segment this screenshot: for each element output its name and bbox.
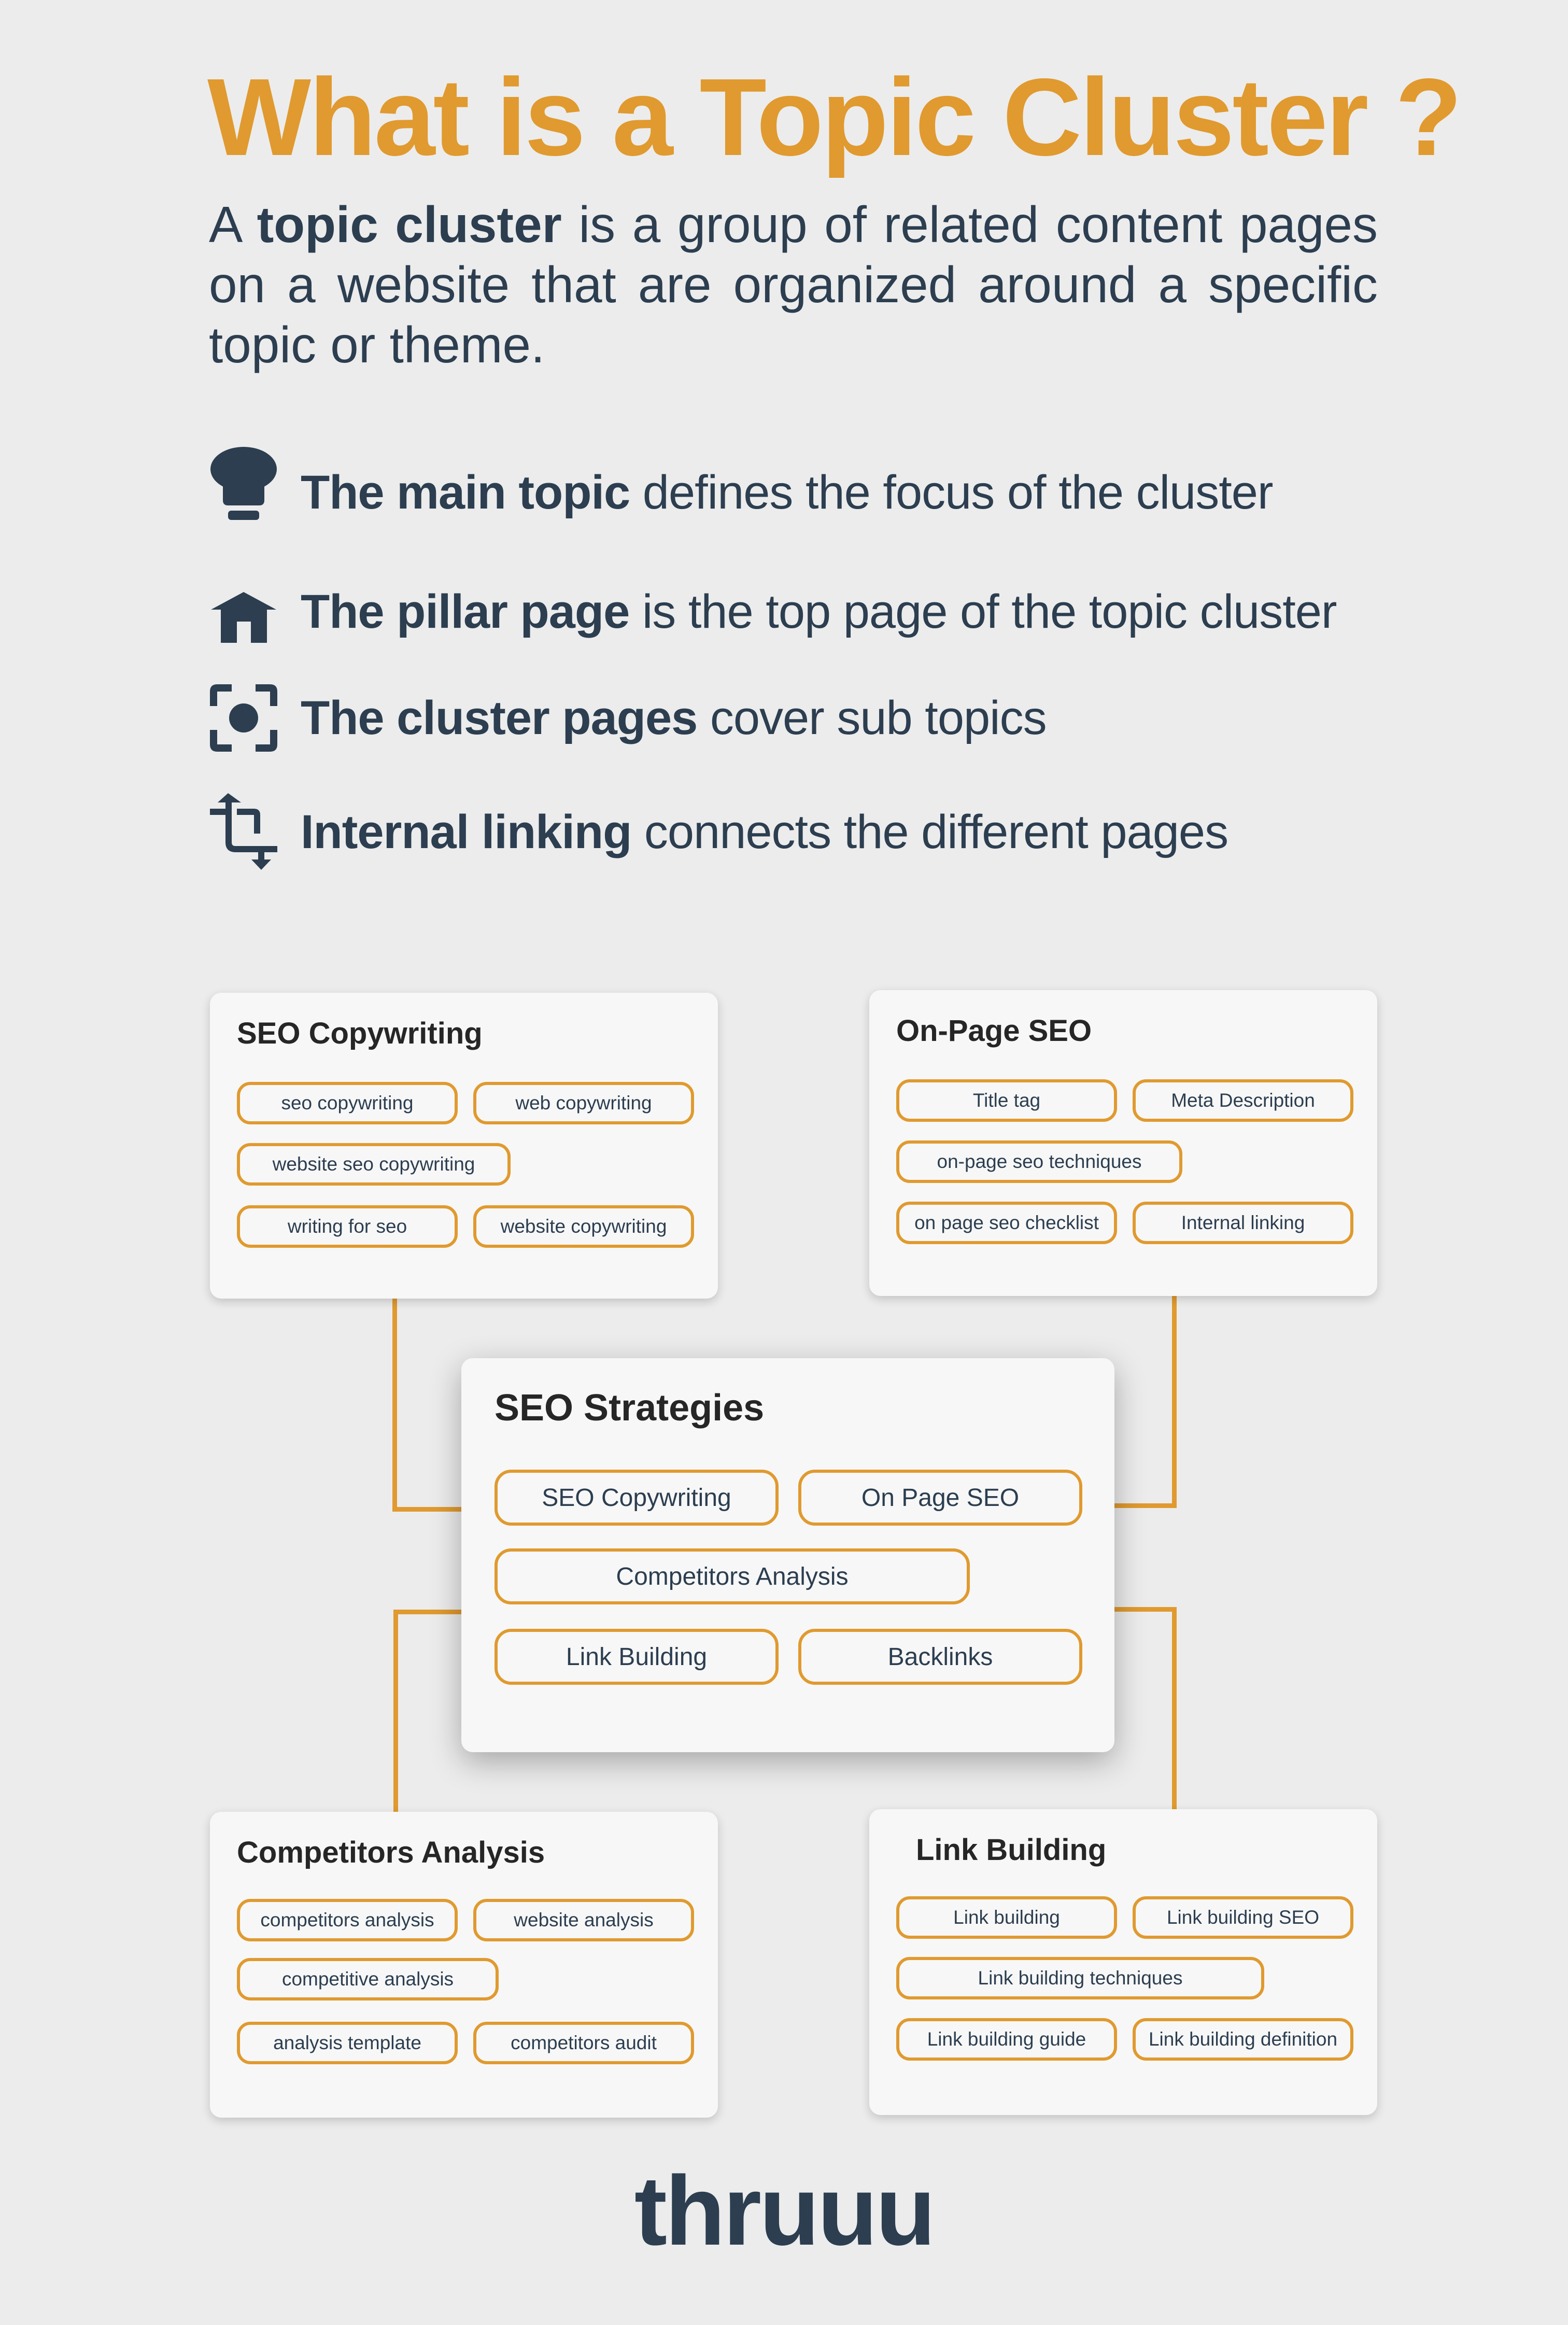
pillar-card-seo-strategies: SEO Strategies SEO Copywriting On Page S… <box>461 1358 1114 1752</box>
connector-line-bottom-right-vertical <box>1172 1607 1177 1812</box>
connector-line-top-right-horizontal <box>1109 1503 1177 1508</box>
keyword-chip[interactable]: seo copywriting <box>237 1082 458 1124</box>
cluster-card-link-building: Link Building Link building Link buildin… <box>869 1809 1377 2115</box>
feature-desc: cover sub topics <box>697 691 1047 744</box>
feature-text: The main topic defines the focus of the … <box>301 466 1274 520</box>
feature-bold: The cluster pages <box>301 691 698 744</box>
page-title: What is a Topic Cluster ? <box>207 55 1462 178</box>
feature-main-topic: The main topic defines the focus of the … <box>210 447 1274 531</box>
keyword-chip[interactable]: website seo copywriting <box>237 1143 511 1186</box>
card-title: Link Building <box>916 1833 1107 1867</box>
pillar-chip[interactable]: Link Building <box>495 1629 779 1685</box>
keyword-chip[interactable]: competitors audit <box>473 2022 694 2064</box>
feature-text: The cluster pages cover sub topics <box>301 691 1047 745</box>
keyword-chip[interactable]: Link building techniques <box>896 1957 1264 1999</box>
brand-logo: thruuu <box>634 2156 936 2266</box>
keyword-chip[interactable]: Link building definition <box>1133 2018 1353 2061</box>
keyword-chip[interactable]: on page seo checklist <box>896 1202 1117 1244</box>
keyword-chip[interactable]: website copywriting <box>473 1205 694 1248</box>
keyword-chip[interactable]: Link building <box>896 1896 1117 1939</box>
cluster-card-on-page-seo: On-Page SEO Title tag Meta Description o… <box>869 990 1377 1296</box>
keyword-chip[interactable]: website analysis <box>473 1899 694 1941</box>
keyword-chip[interactable]: competitors analysis <box>237 1899 458 1941</box>
keyword-chip[interactable]: analysis template <box>237 2022 458 2064</box>
connector-line-top-right-vertical <box>1172 1293 1177 1507</box>
feature-pillar-page: The pillar page is the top page of the t… <box>210 573 1337 651</box>
card-title: SEO Copywriting <box>237 1017 483 1050</box>
feature-desc: connects the different pages <box>631 805 1228 858</box>
feature-desc: defines the focus of the cluster <box>630 466 1274 519</box>
feature-bold: The pillar page <box>301 585 630 638</box>
pillar-chip[interactable]: Backlinks <box>798 1629 1082 1685</box>
card-title: On-Page SEO <box>896 1014 1092 1048</box>
cluster-card-competitors-analysis: Competitors Analysis competitors analysi… <box>210 1812 718 2118</box>
keyword-chip[interactable]: Link building SEO <box>1133 1896 1353 1939</box>
feature-desc: is the top page of the topic cluster <box>629 585 1337 638</box>
feature-cluster-pages: The cluster pages cover sub topics <box>210 679 1047 757</box>
intro-bold-term: topic cluster <box>257 196 562 253</box>
connector-line-top-left-vertical <box>392 1296 397 1512</box>
keyword-chip[interactable]: web copywriting <box>473 1082 694 1124</box>
connector-line-bottom-left-vertical <box>393 1610 398 1814</box>
center-focus-icon <box>210 679 277 757</box>
crop-linking-icon <box>210 793 277 871</box>
feature-bold: Internal linking <box>301 805 632 858</box>
card-title: Competitors Analysis <box>237 1836 545 1869</box>
pillar-chip[interactable]: Competitors Analysis <box>495 1548 970 1604</box>
connector-line-bottom-left-horizontal <box>393 1610 466 1614</box>
pillar-chip[interactable]: SEO Copywriting <box>495 1470 779 1526</box>
keyword-chip[interactable]: Meta Description <box>1133 1079 1353 1122</box>
keyword-chip[interactable]: on-page seo techniques <box>896 1140 1182 1183</box>
lightbulb-icon <box>210 447 277 531</box>
feature-text: The pillar page is the top page of the t… <box>301 585 1337 639</box>
intro-paragraph: A topic cluster is a group of related co… <box>209 194 1378 375</box>
keyword-chip[interactable]: Link building guide <box>896 2018 1117 2061</box>
keyword-chip[interactable]: competitive analysis <box>237 1958 499 2000</box>
feature-internal-linking: Internal linking connects the different … <box>210 793 1228 871</box>
feature-text: Internal linking connects the different … <box>301 805 1228 859</box>
connector-line-bottom-right-horizontal <box>1109 1607 1177 1612</box>
pillar-title: SEO Strategies <box>495 1387 765 1429</box>
intro-prefix: A <box>209 196 257 253</box>
keyword-chip[interactable]: Internal linking <box>1133 1202 1353 1244</box>
pillar-chip[interactable]: On Page SEO <box>798 1470 1082 1526</box>
keyword-chip[interactable]: Title tag <box>896 1079 1117 1122</box>
cluster-card-seo-copywriting: SEO Copywriting seo copywriting web copy… <box>210 993 718 1299</box>
home-icon <box>210 573 277 651</box>
keyword-chip[interactable]: writing for seo <box>237 1205 458 1248</box>
connector-line-top-left-horizontal <box>392 1507 465 1512</box>
feature-bold: The main topic <box>301 466 630 519</box>
